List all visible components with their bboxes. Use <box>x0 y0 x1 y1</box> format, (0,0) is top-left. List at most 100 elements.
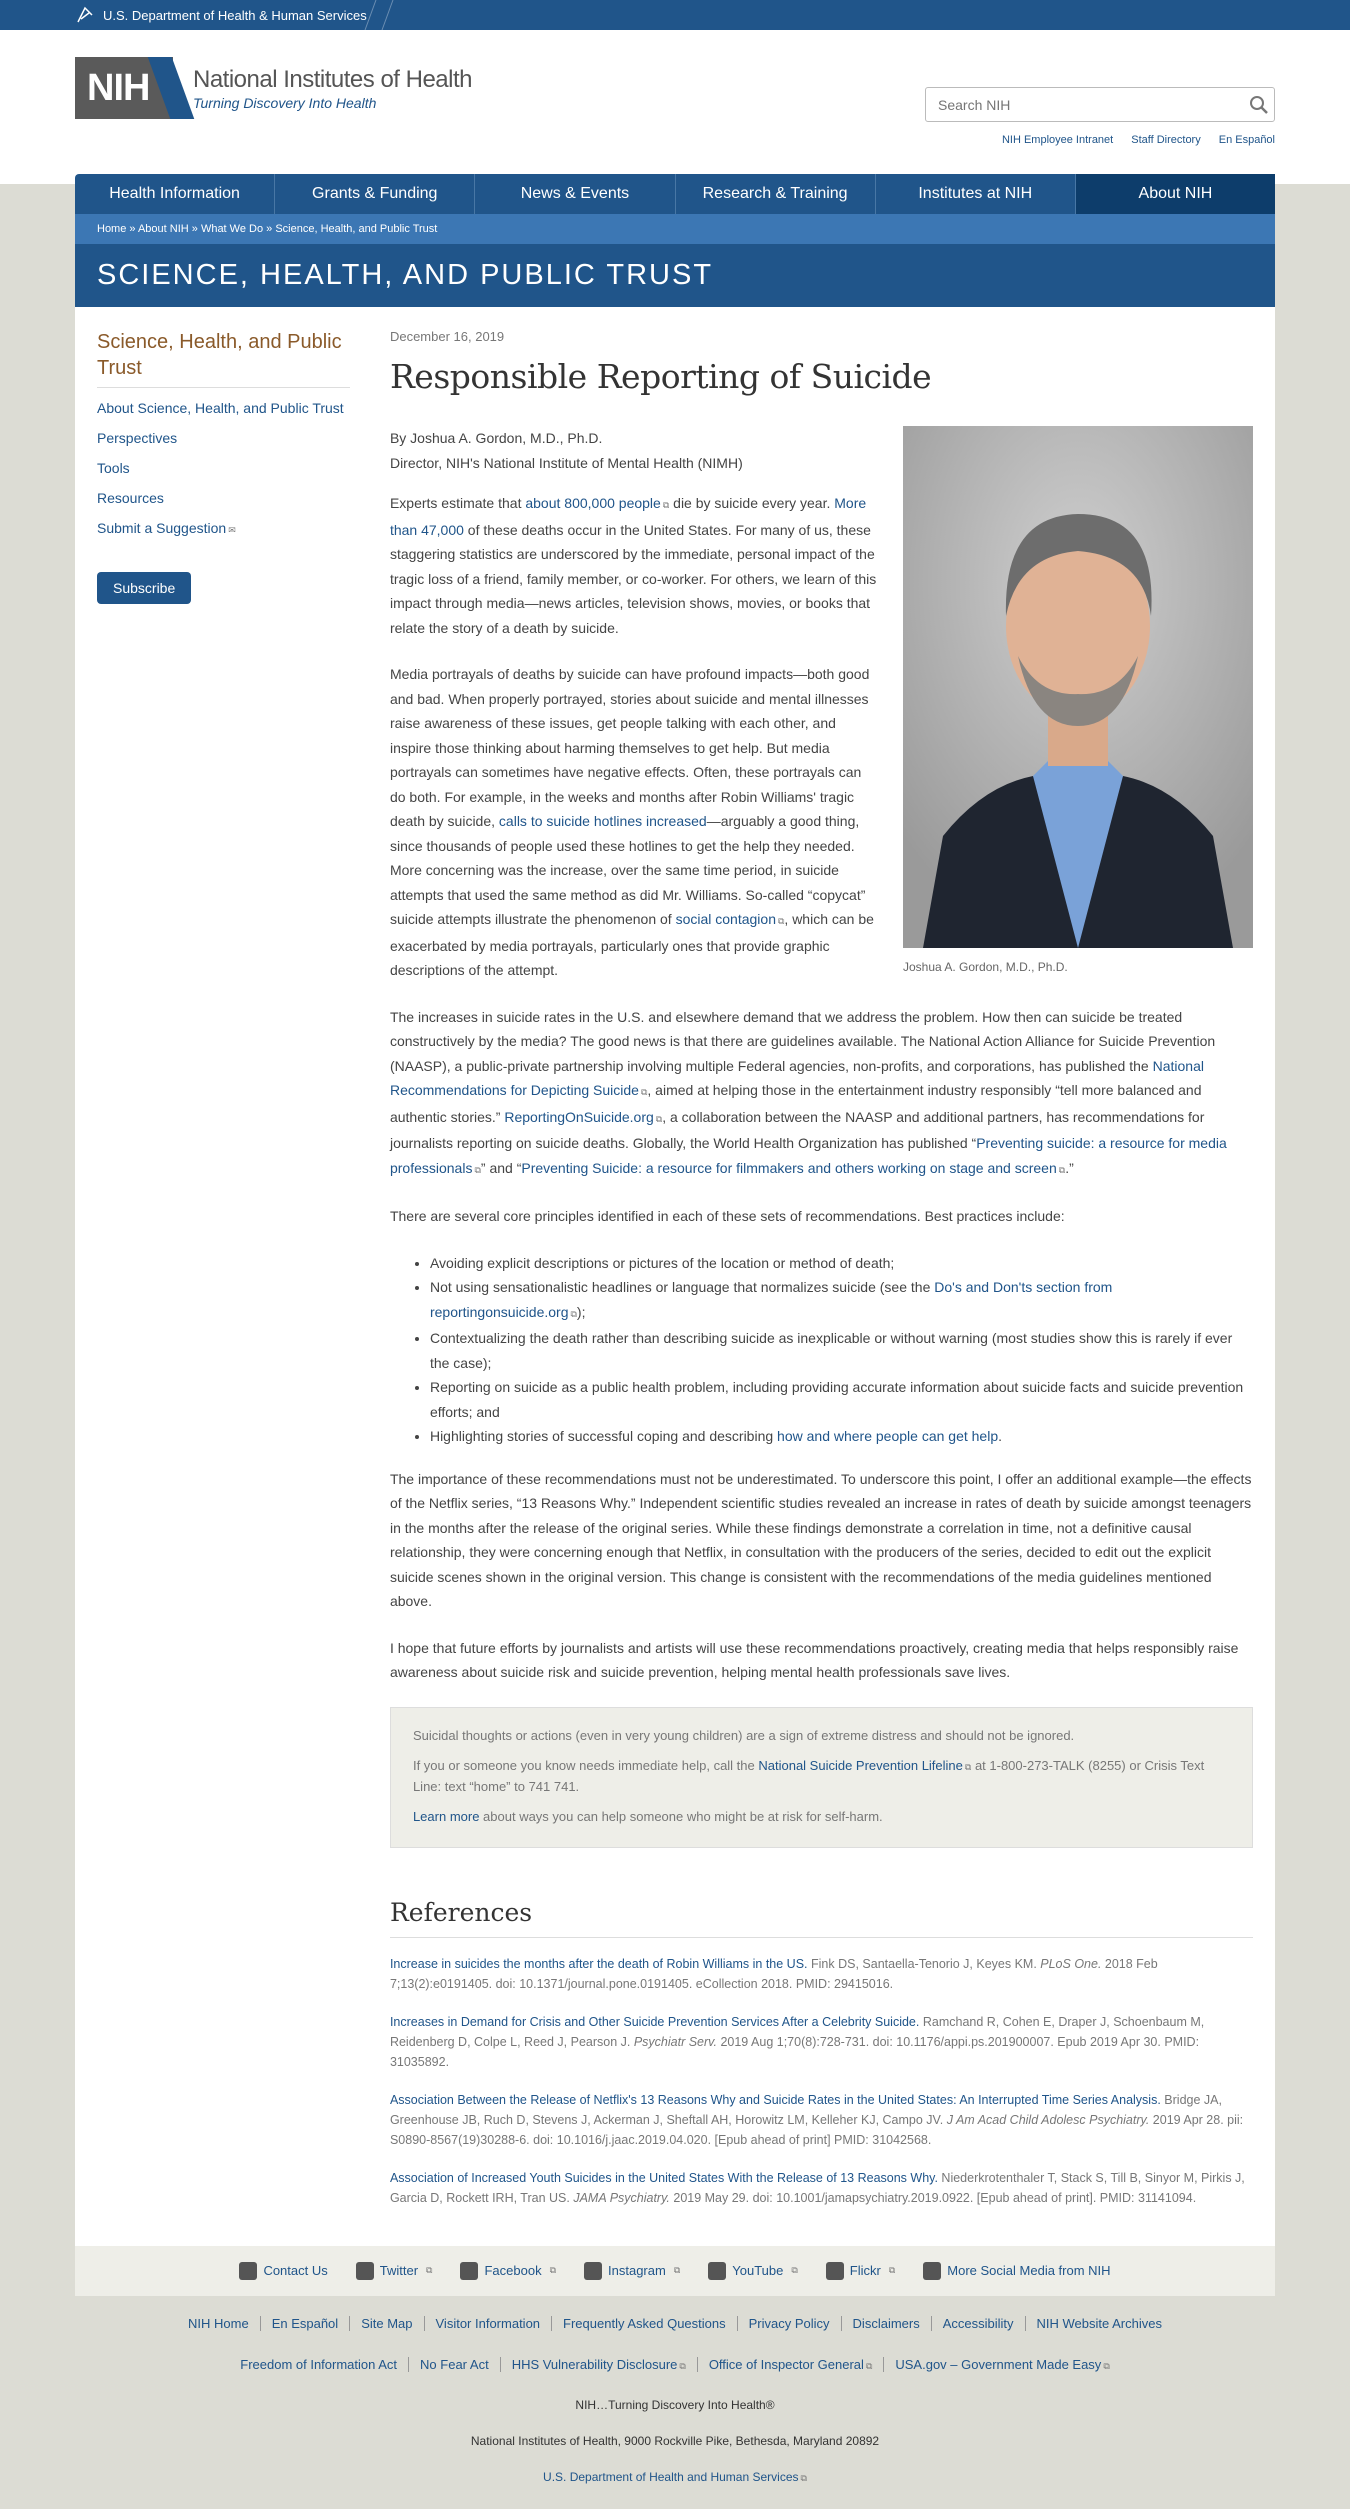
search-box <box>925 87 1275 122</box>
util-link-intranet[interactable]: NIH Employee Intranet <box>1002 134 1113 146</box>
author-photo <box>903 426 1253 948</box>
youtube-icon <box>708 2261 727 2280</box>
footer-link-espanol[interactable]: En Español <box>261 2315 351 2331</box>
util-link-espanol[interactable]: En Español <box>1219 134 1275 146</box>
footer-link-disclaimers[interactable]: Disclaimers <box>842 2315 932 2331</box>
social-instagram[interactable]: Instagram ⧉ <box>584 2261 680 2280</box>
footer-link-faq[interactable]: Frequently Asked Questions <box>552 2315 738 2331</box>
social-youtube[interactable]: YouTube ⧉ <box>708 2261 798 2280</box>
search-input[interactable] <box>926 88 1244 121</box>
link-reportingonsuicide[interactable]: ReportingOnSuicide.org ⧉ <box>504 1109 662 1125</box>
footer-link-privacy[interactable]: Privacy Policy <box>738 2315 842 2331</box>
callout-line-3: Learn more about ways you can help someo… <box>412 1808 883 1824</box>
facebook-icon <box>460 2261 479 2280</box>
subscribe-button[interactable]: Subscribe <box>97 572 192 604</box>
nav-research-training[interactable]: Research & Training <box>676 174 876 214</box>
reference-item: Association Between the Release of Netfl… <box>389 2092 1244 2147</box>
social-media-bar: Contact Us Twitter ⧉ Facebook ⧉ Instagram ⧉… <box>75 2245 1275 2296</box>
reference-link[interactable]: Increase in suicides the months after th… <box>390 1957 808 1971</box>
paragraph-5: The importance of these recommendations … <box>389 1470 1252 1610</box>
hhs-logo-icon <box>77 6 93 23</box>
sidebar: Science, Health, and Public Trust About … <box>97 329 350 2226</box>
footer-link-oig[interactable]: Office of Inspector General ⧉ <box>698 2356 885 2372</box>
site-footer: NIH Home En Español Site Map Visitor Inf… <box>0 2296 1350 2484</box>
social-flickr[interactable]: Flickr ⧉ <box>825 2261 895 2280</box>
social-contact-us[interactable]: Contact Us <box>239 2261 328 2280</box>
footer-link-nih-home[interactable]: NIH Home <box>177 2315 261 2331</box>
content-wrap: Home » About NIH » What We Do » Science,… <box>75 214 1275 2296</box>
footer-links-row-2: Freedom of Information Act No Fear Act H… <box>0 2356 1350 2372</box>
link-social-contagion[interactable]: social contagion ⧉ <box>676 911 785 927</box>
list-item: Contextualizing the death rather than de… <box>430 1326 1253 1375</box>
nav-grants-funding[interactable]: Grants & Funding <box>275 174 476 214</box>
footer-links-row-1: NIH Home En Español Site Map Visitor Inf… <box>0 2315 1350 2331</box>
reference-link[interactable]: Increases in Demand for Crisis and Other… <box>390 2015 919 2029</box>
list-item: Reporting on suicide as a public health … <box>430 1375 1253 1424</box>
social-twitter[interactable]: Twitter ⧉ <box>355 2261 432 2280</box>
logo-tagline: Turning Discovery Into Health <box>193 94 377 111</box>
link-get-help[interactable]: how and where people can get help <box>777 1428 998 1444</box>
twitter-icon <box>355 2261 374 2280</box>
phone-icon <box>239 2261 258 2280</box>
callout-line-2: If you or someone you know needs immedia… <box>412 1757 1205 1794</box>
social-more[interactable]: More Social Media from NIH <box>923 2261 1111 2280</box>
page-banner: SCIENCE, HEALTH, AND PUBLIC TRUST <box>75 244 1275 307</box>
link-lifeline[interactable]: National Suicide Prevention Lifeline ⧉ <box>758 1758 971 1773</box>
footer-link-accessibility[interactable]: Accessibility <box>932 2315 1026 2331</box>
site-header: NIH National Institutes of Health Turnin… <box>0 30 1350 214</box>
footer-link-foia[interactable]: Freedom of Information Act <box>229 2356 410 2372</box>
reference-item: Increase in suicides the months after th… <box>389 1956 1158 1991</box>
sidebar-item-resources[interactable]: Resources <box>97 490 350 506</box>
sidebar-item-submit-suggestion[interactable]: Submit a Suggestion ✉ <box>97 520 350 536</box>
list-item: Not using sensationalistic headlines or … <box>430 1275 1253 1326</box>
instagram-icon <box>584 2261 603 2280</box>
reference-item: Increases in Demand for Crisis and Other… <box>389 2014 1205 2069</box>
callout-line-1: Suicidal thoughts or actions (even in ve… <box>412 1727 1075 1743</box>
social-facebook[interactable]: Facebook ⧉ <box>460 2261 556 2280</box>
link-who-filmmakers[interactable]: Preventing Suicide: a resource for filmm… <box>521 1160 1065 1176</box>
references-heading: References <box>389 1898 1253 1938</box>
nav-health-information[interactable]: Health Information <box>75 174 276 214</box>
author-role: Director, NIH's National Institute of Me… <box>389 454 743 471</box>
nih-logo[interactable]: NIH National Institutes of Health Turnin… <box>75 57 473 119</box>
paragraph-4: There are several core principles identi… <box>389 1208 1065 1224</box>
nih-logo-mark: NIH <box>75 57 173 119</box>
sidebar-item-about[interactable]: About Science, Health, and Public Trust <box>97 400 350 416</box>
best-practices-list: Avoiding explicit descriptions or pictur… <box>430 1251 1253 1449</box>
link-800000-people[interactable]: about 800,000 people ⧉ <box>525 495 669 511</box>
footer-link-archives[interactable]: NIH Website Archives <box>1026 2316 1173 2331</box>
reference-link[interactable]: Association Between the Release of Netfl… <box>390 2093 1161 2107</box>
author-photo-figure: Joshua A. Gordon, M.D., Ph.D. <box>903 426 1253 974</box>
nav-about-nih[interactable]: About NIH <box>1075 174 1276 214</box>
list-item: Highlighting stories of successful copin… <box>430 1424 1253 1449</box>
nav-news-events[interactable]: News & Events <box>475 174 676 214</box>
main-nav: Health Information Grants & Funding News… <box>75 174 1276 214</box>
reference-item: Association of Increased Youth Suicides … <box>389 2170 1245 2205</box>
sidebar-title[interactable]: Science, Health, and Public Trust <box>97 329 350 388</box>
hhs-link[interactable]: U.S. Department of Health & Human Servic… <box>103 8 367 23</box>
paragraph-6: I hope that future efforts by journalist… <box>389 1639 1239 1681</box>
util-link-staff-directory[interactable]: Staff Directory <box>1131 134 1201 146</box>
help-callout: Suicidal thoughts or actions (even in ve… <box>389 1706 1253 1848</box>
footer-link-visitor-info[interactable]: Visitor Information <box>425 2315 553 2331</box>
footer-link-usagov[interactable]: USA.gov – Government Made Easy ⧉ <box>884 2357 1120 2372</box>
photo-caption: Joshua A. Gordon, M.D., Ph.D. <box>903 960 1068 974</box>
breadcrumb[interactable]: Home » About NIH » What We Do » Science,… <box>75 214 1275 244</box>
footer-link-no-fear[interactable]: No Fear Act <box>409 2356 501 2372</box>
footer-hhs-link[interactable]: U.S. Department of Health and Human Serv… <box>543 2470 807 2484</box>
footer-link-hhs-vuln[interactable]: HHS Vulnerability Disclosure ⧉ <box>501 2356 698 2372</box>
link-learn-more[interactable]: Learn more <box>413 1809 479 1824</box>
email-icon: ✉ <box>228 525 236 535</box>
article: December 16, 2019 Responsible Reporting … <box>389 329 1253 2226</box>
article-date: December 16, 2019 <box>389 329 505 344</box>
reference-link[interactable]: Association of Increased Youth Suicides … <box>390 2171 938 2185</box>
search-icon[interactable] <box>1244 90 1274 120</box>
sidebar-item-perspectives[interactable]: Perspectives <box>97 430 350 446</box>
sidebar-item-tools[interactable]: Tools <box>97 460 350 476</box>
author-name: By Joshua A. Gordon, M.D., Ph.D. <box>389 430 603 446</box>
utility-links: NIH Employee Intranet Staff Directory En… <box>1002 134 1275 146</box>
flickr-icon <box>825 2261 844 2280</box>
footer-link-site-map[interactable]: Site Map <box>350 2315 425 2331</box>
link-hotline-calls[interactable]: calls to suicide hotlines increased <box>499 813 707 829</box>
nav-institutes[interactable]: Institutes at NIH <box>876 174 1076 214</box>
